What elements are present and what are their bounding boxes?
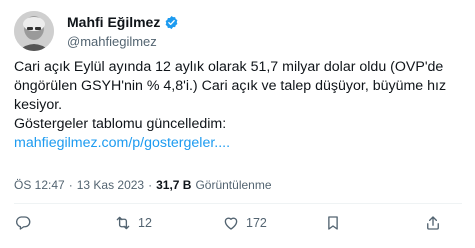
meta-separator: · [148,178,153,192]
verified-badge-icon [165,15,178,29]
like-count: 172 [246,216,267,230]
reply-button[interactable] [14,214,38,232]
tweet-text: Cari açık Eylül ayında 12 aylık olarak 5… [14,58,459,153]
share-button[interactable] [424,214,448,232]
views-count: 31,7 B [156,178,192,192]
bookmark-button[interactable] [324,214,348,232]
tweet-time[interactable]: ÖS 12:47 [14,178,65,192]
author-handle[interactable]: @mahfiegilmez [67,34,157,49]
action-bar: 12 172 [14,214,462,236]
retweet-button[interactable]: 12 [114,214,152,232]
reply-icon [15,216,31,230]
tweet-link[interactable]: mahfiegilmez.com/p/gostergeler.... [14,134,459,153]
bookmark-icon [328,216,338,230]
avatar[interactable] [14,11,54,51]
avatar-portrait-icon [14,11,54,51]
tweet-line: öngörülen GSYH'nin % 4,8'i.) Cari açık v… [14,78,447,94]
tweet-line: Göstergeler tablomu güncelledim: [14,116,227,132]
heart-icon [224,217,238,230]
author-name-row: Mahfi Eğilmez [67,14,179,30]
meta-separator: · [68,178,73,192]
author-name[interactable]: Mahfi Eğilmez [67,14,160,30]
tweet-line: kesiyor. [14,97,63,113]
tweet-date[interactable]: 13 Kas 2023 [77,178,144,192]
divider [14,203,462,204]
tweet-header: Mahfi Eğilmez @mahfiegilmez [14,9,464,53]
tweet-line: Cari açık Eylül ayında 12 aylık olarak 5… [14,59,444,75]
tweet-meta: ÖS 12:47 · 13 Kas 2023 · 31,7 B Görüntül… [14,178,272,192]
retweet-count: 12 [138,216,152,230]
like-button[interactable]: 172 [222,214,267,232]
retweet-icon [116,216,130,230]
views-label: Görüntülenme [195,178,272,192]
share-icon [427,216,439,230]
